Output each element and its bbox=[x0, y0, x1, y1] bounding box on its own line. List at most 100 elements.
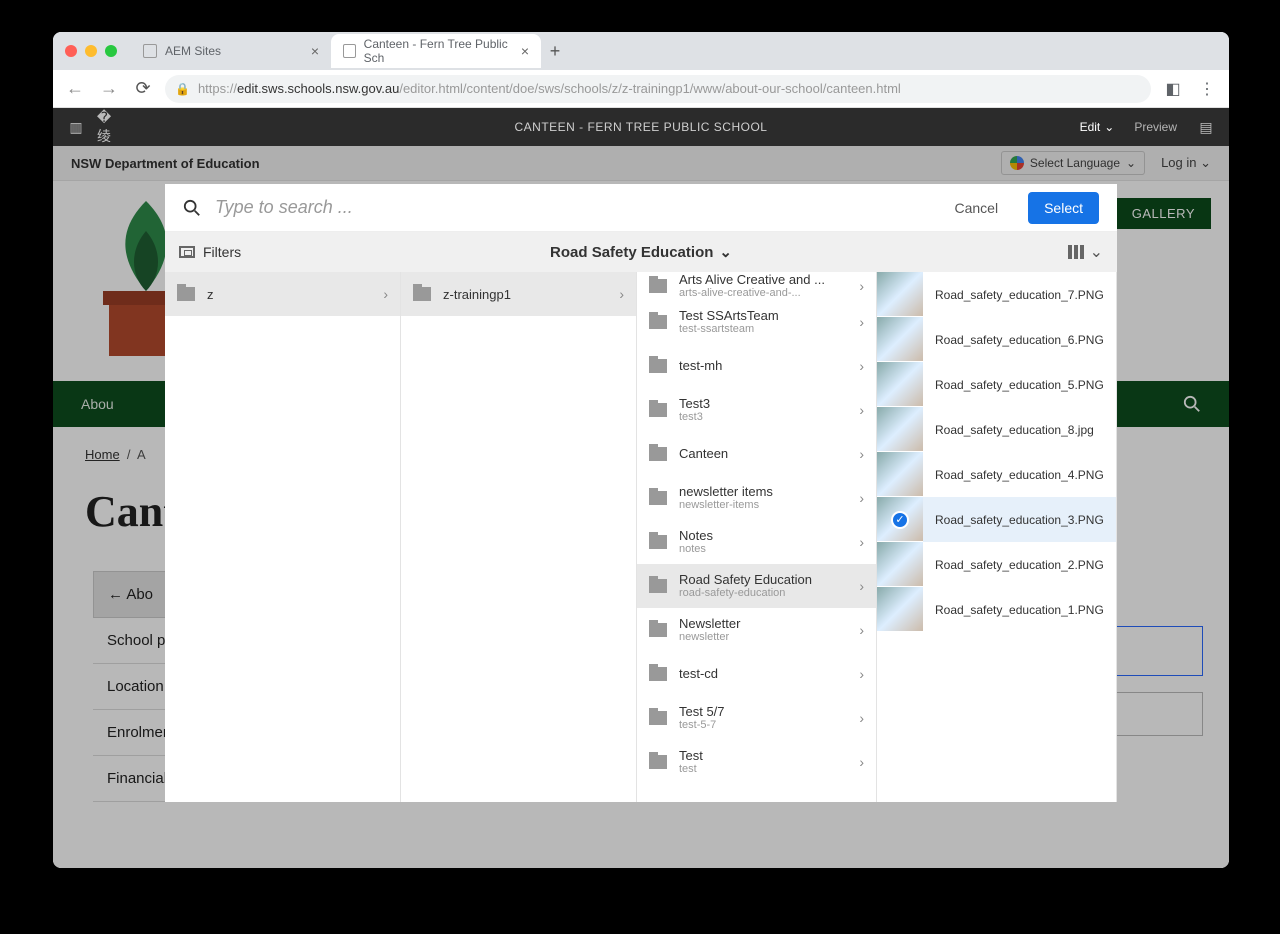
new-tab-button[interactable]: + bbox=[541, 37, 569, 65]
asset-filename: Road_safety_education_7.PNG bbox=[923, 288, 1104, 302]
favicon-icon bbox=[343, 44, 356, 58]
asset-row[interactable]: ✓ Road_safety_education_3.PNG bbox=[877, 497, 1116, 542]
chevron-right-icon: › bbox=[859, 622, 864, 638]
folder-z-trainingp1[interactable]: z-trainingp1› bbox=[401, 272, 636, 316]
chevron-right-icon: › bbox=[859, 754, 864, 770]
minimize-window-icon[interactable] bbox=[85, 45, 97, 57]
folder-icon bbox=[413, 287, 431, 301]
chevron-right-icon: › bbox=[859, 278, 864, 294]
browser-tab-aem[interactable]: AEM Sites × bbox=[131, 34, 331, 68]
favicon-icon bbox=[143, 44, 157, 58]
page-area: ▥ �绫 CANTEEN - FERN TREE PUBLIC SCHOOL E… bbox=[53, 108, 1229, 868]
browser-tab-canteen[interactable]: Canteen - Fern Tree Public Sch × bbox=[331, 34, 541, 68]
chevron-right-icon: › bbox=[859, 490, 864, 506]
close-window-icon[interactable] bbox=[65, 45, 77, 57]
column-browser: z› z-trainingp1› Arts Alive Creative and… bbox=[165, 272, 1117, 802]
fullscreen-window-icon[interactable] bbox=[105, 45, 117, 57]
forward-button[interactable]: → bbox=[97, 78, 121, 99]
asset-thumbnail bbox=[877, 272, 923, 317]
chevron-down-icon: ⌄ bbox=[1104, 120, 1114, 134]
folder-icon bbox=[649, 711, 667, 725]
asset-row[interactable]: Road_safety_education_7.PNG bbox=[877, 272, 1116, 317]
asset-filename: Road_safety_education_5.PNG bbox=[923, 378, 1104, 392]
asset-thumbnail bbox=[877, 407, 923, 452]
selected-check-icon: ✓ bbox=[891, 511, 909, 529]
column-1: z› bbox=[165, 272, 401, 802]
folder-icon bbox=[649, 491, 667, 505]
columns-icon bbox=[1068, 245, 1084, 259]
folder-row[interactable]: Test3test3› bbox=[637, 388, 876, 432]
folder-row[interactable]: test-cd› bbox=[637, 652, 876, 696]
browser-toolbar: ← → ⟳ 🔒 https://edit.sws.schools.nsw.gov… bbox=[53, 70, 1229, 108]
window-controls bbox=[65, 45, 117, 57]
asset-thumbnail bbox=[877, 542, 923, 587]
folder-icon bbox=[649, 667, 667, 681]
asset-filename: Road_safety_education_3.PNG bbox=[923, 513, 1104, 527]
folder-icon bbox=[649, 279, 667, 293]
asset-row[interactable]: Road_safety_education_1.PNG bbox=[877, 587, 1116, 632]
asset-row[interactable]: Road_safety_education_6.PNG bbox=[877, 317, 1116, 362]
folder-icon bbox=[649, 579, 667, 593]
folder-row[interactable]: Canteen› bbox=[637, 432, 876, 476]
asset-filename: Road_safety_education_4.PNG bbox=[923, 468, 1104, 482]
asset-filename: Road_safety_education_2.PNG bbox=[923, 558, 1104, 572]
asset-row[interactable]: Road_safety_education_4.PNG bbox=[877, 452, 1116, 497]
folder-row[interactable]: Newsletternewsletter› bbox=[637, 608, 876, 652]
reload-button[interactable]: ⟳ bbox=[131, 78, 155, 99]
tab-close-icon[interactable]: × bbox=[521, 43, 529, 59]
folder-z[interactable]: z› bbox=[165, 272, 400, 316]
view-switcher[interactable]: ⌄ bbox=[1068, 242, 1103, 262]
asset-thumbnail bbox=[877, 317, 923, 362]
folder-icon bbox=[649, 315, 667, 329]
folder-icon bbox=[649, 447, 667, 461]
folder-row[interactable]: Test 5/7test-5-7› bbox=[637, 696, 876, 740]
chevron-down-icon: ⌄ bbox=[1090, 242, 1103, 262]
asset-row[interactable]: Road_safety_education_8.jpg bbox=[877, 407, 1116, 452]
asset-thumbnail bbox=[877, 587, 923, 632]
preview-button[interactable]: Preview bbox=[1134, 120, 1177, 134]
folder-row[interactable]: newsletter itemsnewsletter-items› bbox=[637, 476, 876, 520]
folder-icon bbox=[649, 755, 667, 769]
asset-filename: Road_safety_education_1.PNG bbox=[923, 603, 1104, 617]
folder-row[interactable]: Notesnotes› bbox=[637, 520, 876, 564]
search-input[interactable] bbox=[215, 197, 940, 218]
folder-row[interactable]: Test SSArtsTeamtest-ssartsteam› bbox=[637, 300, 876, 344]
asset-row[interactable]: Road_safety_education_5.PNG bbox=[877, 362, 1116, 407]
folder-row[interactable]: Arts Alive Creative and ...arts-alive-cr… bbox=[637, 272, 876, 300]
tab-title: AEM Sites bbox=[165, 44, 221, 58]
asset-filename: Road_safety_education_8.jpg bbox=[923, 423, 1094, 437]
asset-row[interactable]: Road_safety_education_2.PNG bbox=[877, 542, 1116, 587]
profile-icon[interactable]: ◧ bbox=[1161, 79, 1185, 99]
chevron-right-icon: › bbox=[859, 578, 864, 594]
column-3: Arts Alive Creative and ...arts-alive-cr… bbox=[637, 272, 877, 802]
browser-window: AEM Sites × Canteen - Fern Tree Public S… bbox=[53, 32, 1229, 868]
select-button[interactable]: Select bbox=[1028, 192, 1099, 224]
modal-search-bar: Cancel Select bbox=[165, 184, 1117, 232]
asset-thumbnail bbox=[877, 452, 923, 497]
folder-row[interactable]: Testtest› bbox=[637, 740, 876, 784]
column-2: z-trainingp1› bbox=[401, 272, 637, 802]
aem-page-title: CANTEEN - FERN TREE PUBLIC SCHOOL bbox=[53, 120, 1229, 134]
page-info-icon[interactable]: ▤ bbox=[1197, 119, 1215, 136]
cancel-button[interactable]: Cancel bbox=[954, 200, 998, 216]
tab-title: Canteen - Fern Tree Public Sch bbox=[364, 37, 513, 65]
edit-mode-dropdown[interactable]: Edit ⌄ bbox=[1080, 120, 1115, 134]
folder-icon bbox=[649, 623, 667, 637]
chevron-right-icon: › bbox=[859, 666, 864, 682]
search-icon bbox=[183, 199, 201, 217]
chevron-right-icon: › bbox=[859, 534, 864, 550]
menu-icon[interactable]: ⋮ bbox=[1195, 79, 1219, 99]
modal-toolbar: Filters Road Safety Education ⌄ ⌄ bbox=[165, 232, 1117, 272]
breadcrumb-title[interactable]: Road Safety Education ⌄ bbox=[165, 243, 1117, 261]
folder-icon bbox=[649, 535, 667, 549]
chevron-right-icon: › bbox=[859, 446, 864, 462]
back-button[interactable]: ← bbox=[63, 78, 87, 99]
tab-bar: AEM Sites × Canteen - Fern Tree Public S… bbox=[53, 32, 1229, 70]
folder-row[interactable]: test-mh› bbox=[637, 344, 876, 388]
address-bar[interactable]: 🔒 https://edit.sws.schools.nsw.gov.au/ed… bbox=[165, 75, 1151, 103]
folder-icon bbox=[649, 403, 667, 417]
tab-close-icon[interactable]: × bbox=[311, 43, 319, 59]
asset-picker-modal: Cancel Select Filters Road Safety Educat… bbox=[165, 184, 1117, 802]
chevron-right-icon: › bbox=[859, 314, 864, 330]
folder-row[interactable]: Road Safety Educationroad-safety-educati… bbox=[637, 564, 876, 608]
